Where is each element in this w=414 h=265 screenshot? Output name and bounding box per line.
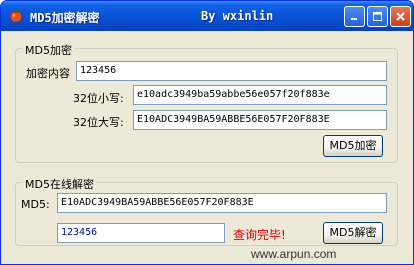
close-button[interactable]	[390, 6, 411, 27]
window-title: MD5加密解密	[30, 11, 100, 25]
md5-encrypt-button[interactable]: MD5加密	[323, 135, 383, 157]
upper-label: 32位大写:	[73, 116, 124, 129]
apple-icon[interactable]	[8, 8, 24, 24]
minimize-button[interactable]	[344, 6, 365, 27]
app-window: MD5加密解密 By wxinlin MD5加密 加密内容 123456 32位…	[0, 0, 414, 265]
lower-label: 32位小写:	[73, 92, 124, 105]
md5-label: MD5:	[21, 198, 50, 211]
md5-decrypt-button[interactable]: MD5解密	[323, 222, 383, 244]
upper-output[interactable]: E10ADC3949BA59ABBE56E057F20F883E	[133, 110, 387, 130]
content-input[interactable]: 123456	[76, 61, 387, 81]
status-text: 查询完毕!	[233, 228, 286, 242]
encrypt-group-legend: MD5加密	[23, 42, 74, 58]
content-label: 加密内容	[26, 67, 70, 80]
md5-input[interactable]: E10ADC3949BA59ABBE56E057F20F883E	[57, 193, 387, 213]
window-author: By wxinlin	[201, 9, 274, 23]
decrypt-result-output[interactable]: 123456	[57, 223, 225, 243]
maximize-button[interactable]	[367, 6, 388, 27]
maximize-icon	[373, 12, 382, 21]
minimize-icon	[351, 18, 357, 20]
lower-output[interactable]: e10adc3949ba59abbe56e057f20f883e	[133, 85, 387, 105]
title-bar[interactable]: MD5加密解密 By wxinlin	[1, 1, 413, 31]
watermark: www.arpun.com	[251, 247, 337, 261]
close-icon	[396, 12, 405, 21]
decrypt-group-legend: MD5在线解密	[23, 176, 96, 192]
